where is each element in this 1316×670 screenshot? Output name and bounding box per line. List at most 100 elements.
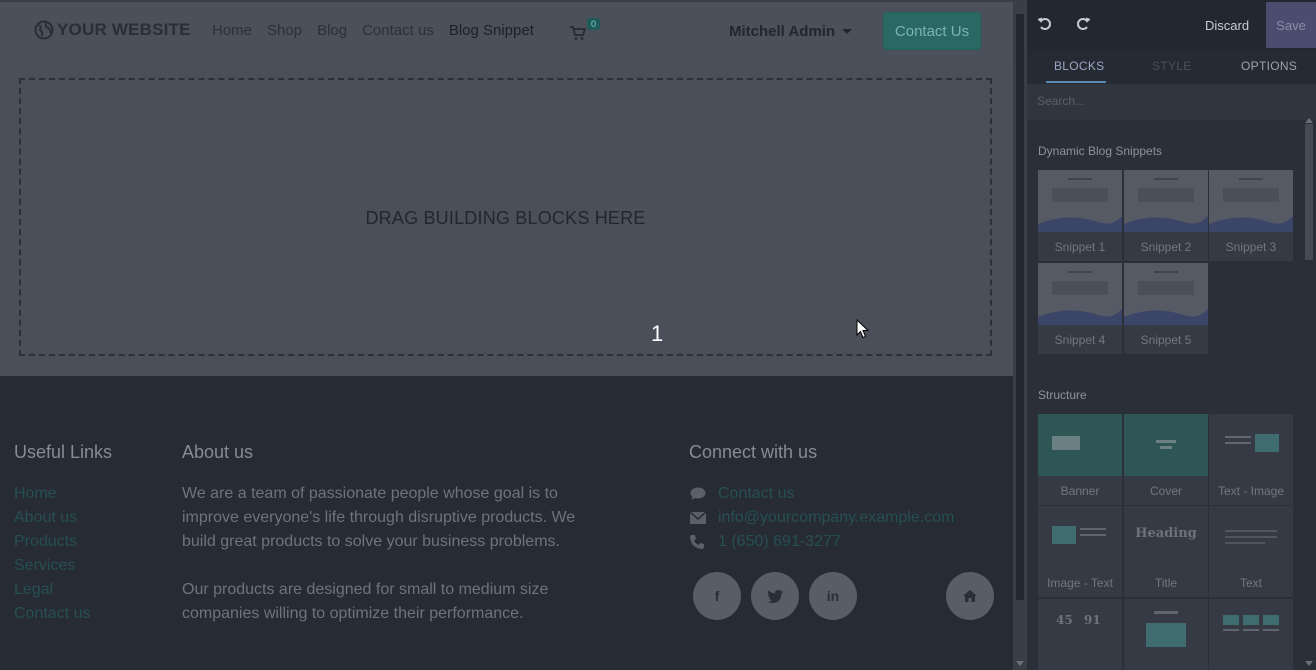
panel-scrollbar-thumb[interactable] bbox=[1305, 124, 1313, 260]
block-label: Snippet 3 bbox=[1225, 240, 1277, 254]
picture-thumbnail bbox=[1124, 599, 1208, 661]
tab-style[interactable]: STYLE bbox=[1152, 59, 1192, 73]
caret-down-icon bbox=[842, 29, 853, 34]
block-picture[interactable] bbox=[1124, 599, 1208, 670]
step-number-label: 1 bbox=[651, 321, 664, 346]
email-link[interactable]: info@yourcompany.example.com bbox=[718, 509, 955, 527]
blocks-list: Dynamic Blog Snippets Snippet 1 Snippet … bbox=[1027, 120, 1302, 670]
block-numbers[interactable]: 45 91 bbox=[1038, 599, 1122, 670]
panel-scrollbar[interactable] bbox=[1302, 118, 1316, 670]
footer-link-services[interactable]: Services bbox=[14, 554, 90, 578]
block-label: Text - Image bbox=[1217, 484, 1285, 498]
block-banner[interactable]: Banner bbox=[1038, 414, 1122, 505]
title-thumbnail: Heading bbox=[1124, 506, 1208, 568]
footer-link-about[interactable]: About us bbox=[14, 506, 90, 530]
twitter-button[interactable] bbox=[751, 572, 799, 620]
nav-link-contact[interactable]: Contact us bbox=[362, 22, 434, 39]
footer-link-home[interactable]: Home bbox=[14, 482, 90, 506]
block-search bbox=[1027, 84, 1316, 120]
block-text-image[interactable]: Text - Image bbox=[1209, 414, 1293, 505]
page-scrollbar-thumb[interactable] bbox=[1016, 14, 1024, 600]
block-label: Title bbox=[1154, 576, 1178, 590]
contact-link[interactable]: Contact us bbox=[718, 485, 794, 503]
footer-link-contact[interactable]: Contact us bbox=[14, 602, 90, 626]
image-text-thumbnail bbox=[1038, 506, 1122, 568]
section-title-structure: Structure bbox=[1038, 388, 1087, 402]
facebook-button[interactable]: f bbox=[693, 572, 741, 620]
block-label: Banner bbox=[1060, 484, 1100, 498]
facebook-icon: f bbox=[714, 588, 720, 604]
contact-us-button[interactable]: Contact Us bbox=[883, 12, 981, 50]
mouse-cursor-icon bbox=[856, 319, 869, 339]
block-snippet-1[interactable]: Snippet 1 bbox=[1038, 170, 1122, 261]
scroll-down-arrow-icon[interactable] bbox=[1016, 661, 1024, 666]
title-heading-text: Heading bbox=[1135, 526, 1197, 541]
block-snippet-3[interactable]: Snippet 3 bbox=[1209, 170, 1293, 261]
number-value-1: 45 bbox=[1056, 613, 1073, 627]
tab-options[interactable]: OPTIONS bbox=[1241, 59, 1297, 73]
nav-link-blog[interactable]: Blog bbox=[317, 22, 347, 39]
contact-info: Contact us info@yourcompany.example.com … bbox=[690, 482, 955, 554]
block-text[interactable]: Text bbox=[1209, 506, 1293, 597]
save-button[interactable]: Save bbox=[1266, 2, 1316, 48]
about-text: We are a team of passionate people whose… bbox=[182, 482, 592, 626]
footer-link-legal[interactable]: Legal bbox=[14, 578, 90, 602]
snippet-thumbnail bbox=[1038, 263, 1122, 325]
block-label: Snippet 1 bbox=[1054, 240, 1106, 254]
banner-thumbnail bbox=[1038, 414, 1122, 476]
text-image-thumbnail bbox=[1209, 414, 1293, 476]
twitter-icon bbox=[767, 589, 783, 603]
envelope-icon bbox=[690, 512, 718, 524]
home-icon bbox=[963, 590, 977, 602]
discard-button[interactable]: Discard bbox=[1205, 18, 1249, 33]
social-links: f in bbox=[693, 572, 995, 620]
redo-icon[interactable] bbox=[1076, 17, 1090, 31]
drop-zone[interactable]: DRAG BUILDING BLOCKS HERE bbox=[19, 78, 992, 356]
block-search-input[interactable] bbox=[1037, 94, 1297, 108]
scroll-up-arrow-icon[interactable] bbox=[1305, 118, 1313, 123]
connect-title: Connect with us bbox=[689, 442, 818, 462]
editor-toolbar: Discard Save bbox=[1027, 0, 1316, 50]
snippet-thumbnail bbox=[1124, 263, 1208, 325]
email-row: info@yourcompany.example.com bbox=[690, 506, 955, 530]
block-snippet-4[interactable]: Snippet 4 bbox=[1038, 263, 1122, 354]
columns-thumbnail bbox=[1209, 599, 1293, 661]
block-snippet-2[interactable]: Snippet 2 bbox=[1124, 170, 1208, 261]
snippet-thumbnail bbox=[1124, 170, 1208, 232]
phone-link[interactable]: 1 (650) 691-3277 bbox=[718, 533, 841, 551]
block-columns[interactable] bbox=[1209, 599, 1293, 670]
main-menu: Home Shop Blog Contact us Blog Snippet bbox=[212, 22, 549, 39]
block-label: Snippet 2 bbox=[1140, 240, 1192, 254]
block-label: Text bbox=[1239, 576, 1262, 590]
site-navbar: YOUR WEBSITE Home Shop Blog Contact us B… bbox=[0, 0, 1013, 60]
nav-link-blog-snippet[interactable]: Blog Snippet bbox=[449, 22, 534, 39]
cart-icon bbox=[570, 26, 586, 40]
active-tab-indicator bbox=[1046, 81, 1106, 83]
site-logo[interactable]: YOUR WEBSITE bbox=[34, 20, 191, 40]
block-label: Snippet 4 bbox=[1054, 333, 1106, 347]
block-title[interactable]: Heading Title bbox=[1124, 506, 1208, 597]
linkedin-icon: in bbox=[826, 588, 840, 604]
number-value-2: 91 bbox=[1084, 613, 1101, 627]
undo-icon[interactable] bbox=[1038, 17, 1052, 31]
nav-link-home[interactable]: Home bbox=[212, 22, 252, 39]
globe-icon bbox=[34, 20, 54, 40]
about-title: About us bbox=[182, 442, 254, 462]
comment-icon bbox=[690, 487, 718, 501]
user-menu-dropdown[interactable]: Mitchell Admin bbox=[729, 23, 853, 40]
editor-panel: Discard Save BLOCKS STYLE OPTIONS Dynami… bbox=[1027, 0, 1316, 670]
nav-link-shop[interactable]: Shop bbox=[267, 22, 302, 39]
block-snippet-5[interactable]: Snippet 5 bbox=[1124, 263, 1208, 354]
snippet-thumbnail bbox=[1209, 170, 1293, 232]
block-image-text[interactable]: Image - Text bbox=[1038, 506, 1122, 597]
page-scrollbar[interactable] bbox=[1013, 0, 1027, 670]
site-footer: Useful Links Home About us Products Serv… bbox=[0, 376, 1013, 670]
about-paragraph-2: Our products are designed for small to m… bbox=[182, 581, 549, 622]
linkedin-button[interactable]: in bbox=[809, 572, 857, 620]
footer-link-products[interactable]: Products bbox=[14, 530, 90, 554]
block-cover[interactable]: Cover bbox=[1124, 414, 1208, 505]
home-button[interactable] bbox=[946, 572, 994, 620]
website-preview: YOUR WEBSITE Home Shop Blog Contact us B… bbox=[0, 0, 1013, 670]
scroll-down-arrow-icon[interactable] bbox=[1305, 661, 1313, 666]
tab-blocks[interactable]: BLOCKS bbox=[1054, 59, 1105, 73]
